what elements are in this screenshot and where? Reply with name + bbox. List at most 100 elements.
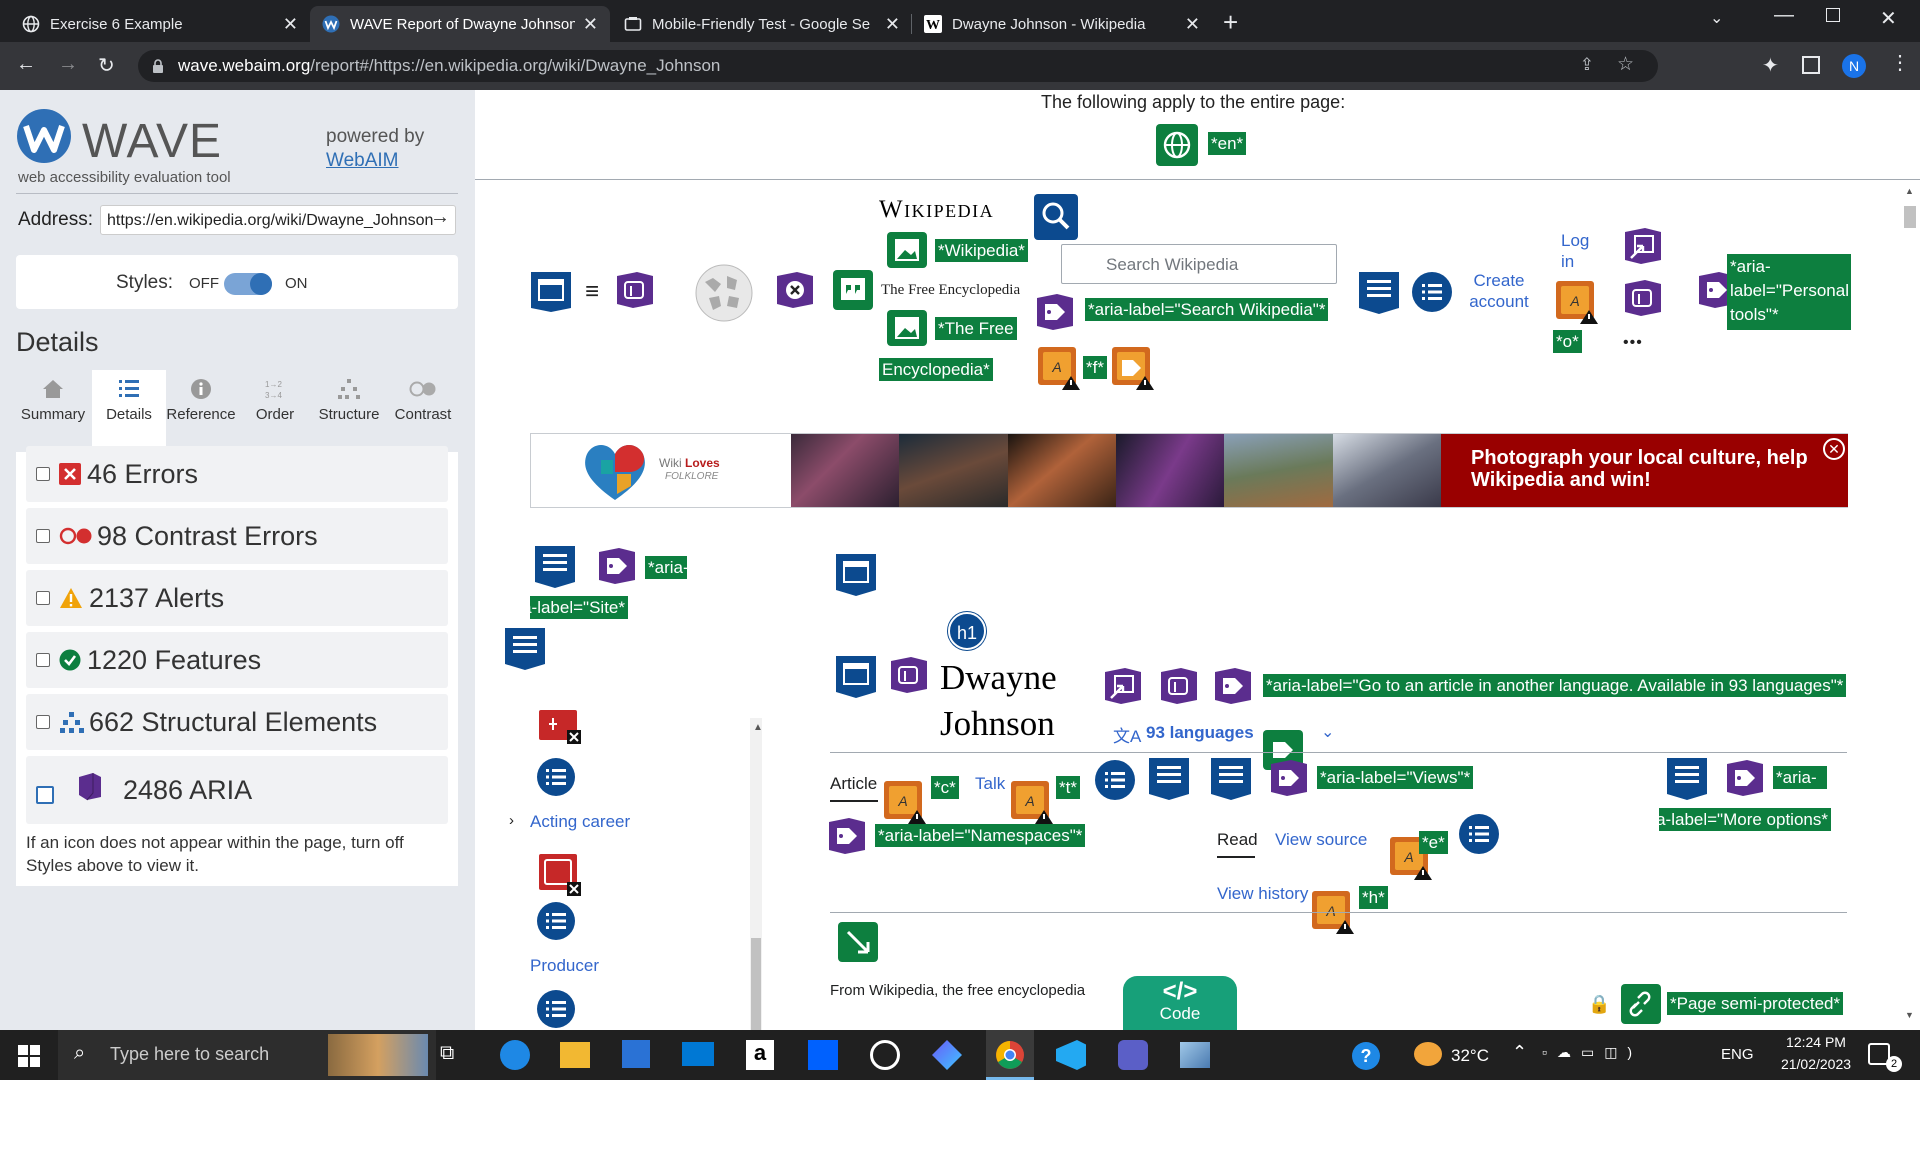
structural-row[interactable]: 662 Structural Elements: [26, 694, 448, 750]
wikipedia-wordmark[interactable]: Wikipedia: [879, 196, 994, 224]
help-icon[interactable]: ?: [1352, 1042, 1380, 1070]
aria-row[interactable]: 2486 ARIA: [26, 756, 448, 824]
h1-badge[interactable]: h1: [948, 612, 986, 650]
webaim-link[interactable]: WebAIM: [326, 150, 399, 172]
edge-icon[interactable]: [500, 1040, 530, 1070]
temperature[interactable]: 32°C: [1451, 1046, 1489, 1066]
tray-icons[interactable]: ▫☁▭◫): [1542, 1044, 1642, 1061]
list-structure-icon[interactable]: [1459, 814, 1499, 854]
reload-icon[interactable]: ↻: [98, 53, 115, 78]
back-icon[interactable]: ←: [16, 53, 36, 76]
chevron-down-icon[interactable]: ⌄: [1321, 722, 1334, 742]
bookmark-star-icon[interactable]: ☆: [1617, 53, 1634, 76]
nav-landmark-icon[interactable]: [1147, 754, 1191, 800]
toc-producer[interactable]: Producer: [530, 956, 599, 976]
profile-avatar[interactable]: N: [1842, 54, 1866, 78]
store-icon[interactable]: [622, 1040, 650, 1068]
accesskey-alert-icon[interactable]: A: [883, 780, 927, 824]
accesskey-alert-icon[interactable]: A: [1555, 280, 1599, 324]
close-window-icon[interactable]: ✕: [1880, 6, 1897, 31]
styles-toggle[interactable]: [224, 273, 272, 295]
header-landmark-icon[interactable]: [834, 652, 878, 698]
tab-mobile-test[interactable]: Mobile-Friendly Test - Google Se ✕: [612, 6, 912, 42]
tab-wave-report[interactable]: WAVE Report of Dwayne Johnson ✕: [310, 6, 610, 42]
list-structure-icon[interactable]: [1095, 760, 1135, 800]
aria-label-icon[interactable]: [827, 816, 867, 856]
aria-label-icon[interactable]: [1725, 758, 1765, 798]
snipping-tool-icon[interactable]: [1180, 1042, 1210, 1068]
input-language[interactable]: ENG: [1721, 1046, 1754, 1063]
aria-menu-icon[interactable]: [1159, 666, 1199, 706]
empty-button-error-icon[interactable]: [537, 852, 583, 898]
aria-label-icon[interactable]: [1035, 292, 1075, 332]
chrome-taskbar-button[interactable]: [986, 1030, 1034, 1080]
language-feature-icon[interactable]: [1156, 124, 1198, 166]
translate-icon[interactable]: 文A: [1113, 722, 1141, 747]
clock-time[interactable]: 12:24 PM: [1768, 1034, 1864, 1050]
alerts-row[interactable]: 2137 Alerts: [26, 570, 448, 626]
clock-date[interactable]: 21/02/2023: [1768, 1056, 1864, 1072]
list-structure-icon[interactable]: [1412, 272, 1452, 312]
structural-checkbox[interactable]: [36, 715, 50, 729]
tab-structure[interactable]: Structure: [312, 378, 386, 423]
wlf-banner[interactable]: Wiki Loves FOLKLORE Photograph your loca…: [530, 433, 1848, 508]
quote-feature-icon[interactable]: [833, 270, 873, 310]
aria-menu-icon[interactable]: [615, 270, 655, 310]
empty-button-error-icon[interactable]: [537, 710, 583, 746]
tab-article[interactable]: Article: [830, 774, 877, 794]
windows-start-icon[interactable]: [18, 1045, 40, 1067]
aria-label-icon[interactable]: [1213, 666, 1253, 706]
tab-read[interactable]: Read: [1217, 830, 1258, 850]
errors-checkbox[interactable]: [36, 467, 50, 481]
weather-icon[interactable]: [1414, 1042, 1442, 1066]
aria-label-alert-icon[interactable]: [1111, 346, 1155, 390]
banner-close-icon[interactable]: ✕: [1823, 438, 1845, 460]
aria-menu-icon[interactable]: [889, 655, 929, 695]
tab-contrast[interactable]: Contrast: [386, 378, 460, 423]
share-icon[interactable]: ⇪: [1580, 55, 1594, 75]
aria-label-icon[interactable]: [597, 546, 637, 586]
address-input[interactable]: https://en.wikipedia.org/wiki/Dwayne_Joh…: [100, 205, 456, 235]
tab-talk[interactable]: Talk: [975, 774, 1005, 794]
main-landmark-icon[interactable]: [834, 550, 878, 596]
tab-summary[interactable]: Summary: [16, 378, 90, 423]
features-row[interactable]: 1220 Features: [26, 632, 448, 688]
tab-view-history[interactable]: View history: [1217, 884, 1308, 904]
link-feature-icon[interactable]: [1621, 984, 1661, 1024]
github-icon[interactable]: [870, 1040, 900, 1070]
amazon-icon[interactable]: a: [746, 1040, 774, 1070]
toc-scrollbar[interactable]: ▲: [750, 718, 763, 1030]
vscode-icon[interactable]: [1056, 1040, 1086, 1070]
menu-kebab-icon[interactable]: ⋮: [1890, 50, 1910, 75]
search-structure-icon[interactable]: [1034, 194, 1078, 240]
aria-popup-icon[interactable]: [1623, 226, 1663, 266]
dropbox-icon[interactable]: [808, 1040, 838, 1070]
chevron-right-icon[interactable]: ›: [509, 812, 514, 829]
tab-wikipedia[interactable]: W Dwayne Johnson - Wikipedia ✕: [912, 6, 1212, 42]
accesskey-alert-icon[interactable]: A: [1037, 346, 1081, 390]
go-arrow-icon[interactable]: →: [430, 206, 450, 229]
alerts-checkbox[interactable]: [36, 591, 50, 605]
aria-checkbox[interactable]: [36, 786, 54, 804]
minimize-icon[interactable]: —: [1774, 4, 1794, 27]
code-button[interactable]: </> Code: [1123, 976, 1237, 1030]
aria-hidden-icon[interactable]: [775, 270, 815, 310]
tab-reference[interactable]: Reference: [164, 378, 238, 423]
tray-expand-icon[interactable]: ⌃: [1512, 1042, 1527, 1063]
extensions-icon[interactable]: ✦: [1762, 53, 1779, 78]
aria-menu-icon[interactable]: [1623, 278, 1663, 318]
side-panel-icon[interactable]: [1802, 56, 1820, 74]
tab-exercise[interactable]: Exercise 6 Example ✕: [10, 6, 310, 42]
aria-popup-icon[interactable]: [1103, 666, 1143, 706]
image-feature-icon[interactable]: [887, 310, 927, 346]
accesskey-alert-icon[interactable]: A: [1010, 780, 1054, 824]
nav-landmark-icon[interactable]: [1209, 754, 1253, 800]
page-scrollbar[interactable]: ▲ ▼: [1900, 180, 1920, 1030]
hamburger-menu-icon[interactable]: ≡: [585, 278, 599, 306]
tab-details[interactable]: Details: [92, 378, 166, 423]
tab-view-source[interactable]: View source: [1275, 830, 1367, 850]
create-account-link[interactable]: Create account: [1469, 270, 1529, 312]
header-landmark-icon[interactable]: [529, 268, 573, 312]
image-feature-icon[interactable]: [887, 232, 927, 268]
contrast-checkbox[interactable]: [36, 529, 50, 543]
